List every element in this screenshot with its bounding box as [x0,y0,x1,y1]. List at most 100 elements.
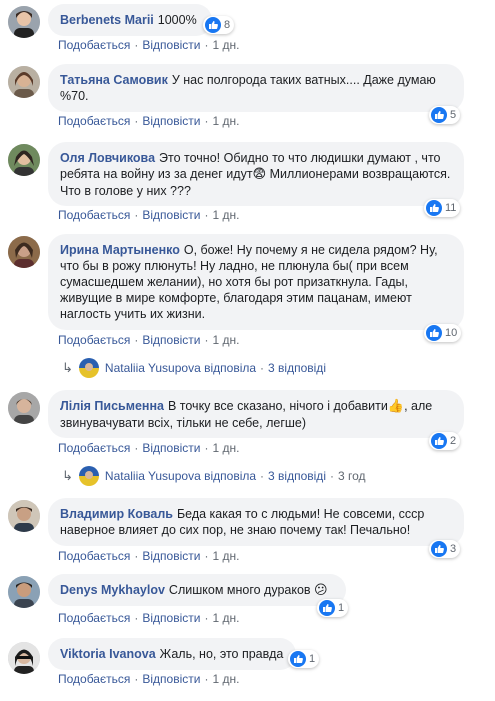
separator: · [134,549,139,563]
like-button[interactable]: Подобається [58,208,130,222]
like-icon [290,651,306,667]
comment-author[interactable]: Лілія Письменна [60,399,164,413]
reply-count[interactable]: 3 відповіді [268,361,326,375]
avatar[interactable] [8,144,40,176]
reaction-count-value: 3 [450,543,457,555]
reaction-count-value: 2 [450,435,457,447]
comment-bubble: Denys Mykhaylov Слишком много дураков 😕 [48,574,346,606]
reply-arrow-icon: ↳ [62,468,73,483]
reply-verb: відповіла [204,361,257,375]
separator: · [134,611,139,625]
comment-actions: Подобається · Відповісти · 1 дн. [58,38,239,52]
avatar[interactable] [8,500,40,532]
timestamp[interactable]: 1 дн. [212,38,239,52]
separator: · [204,549,209,563]
comment-author[interactable]: Denys Mykhaylov [60,583,165,597]
like-button[interactable]: Подобається [58,114,130,128]
separator: · [204,441,209,455]
comment-text: Жаль, но, это правда [159,647,284,661]
reaction-count-value: 5 [450,109,457,121]
timestamp[interactable]: 1 дн. [212,672,239,686]
avatar[interactable] [8,236,40,268]
reply-button[interactable]: Відповісти [142,333,200,347]
avatar[interactable] [8,6,40,38]
timestamp[interactable]: 1 дн. [212,208,239,222]
reaction-count[interactable]: 1 [317,599,349,617]
like-icon [319,600,335,616]
comment-actions: Подобається · Відповісти · 1 дн. [58,208,239,222]
reaction-count[interactable]: 10 [424,324,462,342]
reply-button[interactable]: Відповісти [142,114,200,128]
avatar[interactable] [8,66,40,98]
comment-author[interactable]: Татьяна Самовик [60,73,168,87]
comment-actions: Подобається · Відповісти · 1 дн. [58,611,239,625]
comment-bubble: Ирина Мартыненко О, боже! Ну почему я не … [48,234,464,330]
reaction-count[interactable]: 1 [288,650,320,668]
comment-actions: Подобається · Відповісти · 1 дн. [58,672,239,686]
separator: · [204,672,209,686]
reaction-count[interactable]: 2 [429,432,461,450]
timestamp[interactable]: 1 дн. [212,441,239,455]
separator: · [204,114,209,128]
like-button[interactable]: Подобається [58,672,130,686]
replies-link[interactable]: ↳ Nataliia Yusupova відповіла · 3 відповід… [62,358,326,378]
comment-text: В точку все сказано, нічого і добавити [167,399,388,413]
like-button[interactable]: Подобається [58,549,130,563]
avatar[interactable] [8,576,40,608]
like-icon [431,107,447,123]
reply-author[interactable]: Nataliia Yusupova [105,469,201,483]
comment-actions: Подобається · Відповісти · 1 дн. [58,549,239,563]
confused-face-icon: 😕 [314,583,328,598]
reaction-count[interactable]: 3 [429,540,461,558]
comment-text: 1000% [157,13,197,27]
separator: · [204,611,209,625]
separator: · [134,672,139,686]
like-button[interactable]: Подобається [58,333,130,347]
timestamp[interactable]: 1 дн. [212,611,239,625]
reaction-count[interactable]: 8 [203,16,235,34]
reply-count[interactable]: 3 відповіді [268,469,326,483]
like-button[interactable]: Подобається [58,611,130,625]
like-button[interactable]: Подобається [58,441,130,455]
separator: · [329,469,334,483]
reply-timestamp[interactable]: 3 год [338,469,366,483]
reply-author[interactable]: Nataliia Yusupova [105,361,201,375]
timestamp[interactable]: 1 дн. [212,333,239,347]
comment-actions: Подобається · Відповісти · 1 дн. [58,114,239,128]
comment-author[interactable]: Ирина Мартыненко [60,243,180,257]
separator: · [204,208,209,222]
comment-author[interactable]: Владимир Коваль [60,507,173,521]
like-icon [431,433,447,449]
comment-bubble: Лілія Письменна В точку все сказано, нічо… [48,390,464,438]
timestamp[interactable]: 1 дн. [212,114,239,128]
separator: · [134,441,139,455]
avatar[interactable] [8,642,40,674]
separator: · [204,38,209,52]
separator: · [134,114,139,128]
reaction-count-value: 1 [338,602,345,614]
reply-button[interactable]: Відповісти [142,208,200,222]
comment-author[interactable]: Berbenets Marii [60,13,154,27]
comment-author[interactable]: Viktoria Ivanova [60,647,156,661]
fearful-face-icon: 😨 [252,167,267,182]
comment-author[interactable]: Оля Ловчикова [60,151,155,165]
reply-verb: відповіла [204,469,257,483]
avatar[interactable] [8,392,40,424]
reply-button[interactable]: Відповісти [142,38,200,52]
reaction-count-value: 10 [445,327,458,339]
timestamp[interactable]: 1 дн. [212,549,239,563]
reply-button[interactable]: Відповісти [142,611,200,625]
avatar [78,358,99,378]
separator: · [260,469,265,483]
comment-actions: Подобається · Відповісти · 1 дн. [58,333,239,347]
comment-bubble: Татьяна Самовик У нас полгорода таких ват… [48,64,464,112]
like-button[interactable]: Подобається [58,38,130,52]
like-icon [426,325,442,341]
reply-button[interactable]: Відповісти [142,549,200,563]
reaction-count[interactable]: 5 [429,106,461,124]
reaction-count[interactable]: 11 [424,199,461,217]
reaction-count-value: 1 [309,653,316,665]
reply-button[interactable]: Відповісти [142,441,200,455]
reply-button[interactable]: Відповісти [142,672,200,686]
replies-link[interactable]: ↳ Nataliia Yusupova відповіла · 3 відповід… [62,466,366,486]
